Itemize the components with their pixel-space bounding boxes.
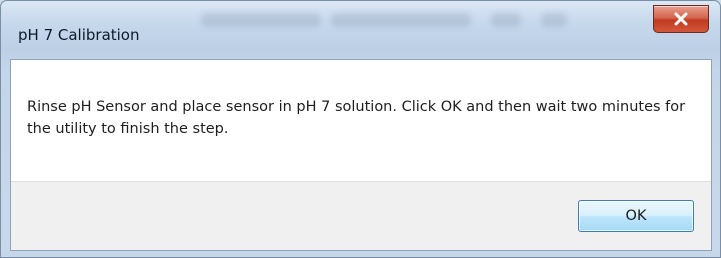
close-icon bbox=[654, 6, 708, 32]
dialog-window: pH 7 Calibration Rinse pH Sensor and pla… bbox=[0, 0, 721, 258]
message-panel: Rinse pH Sensor and place sensor in pH 7… bbox=[11, 60, 711, 181]
window-title: pH 7 Calibration bbox=[18, 26, 140, 44]
dialog-message: Rinse pH Sensor and place sensor in pH 7… bbox=[27, 99, 686, 137]
ok-button[interactable]: OK bbox=[578, 200, 694, 232]
close-button[interactable] bbox=[653, 5, 709, 33]
title-bar[interactable]: pH 7 Calibration bbox=[1, 1, 720, 59]
window-bottom-frame bbox=[1, 251, 720, 257]
dialog-client-area: Rinse pH Sensor and place sensor in pH 7… bbox=[10, 59, 712, 251]
button-panel: OK bbox=[11, 181, 711, 250]
